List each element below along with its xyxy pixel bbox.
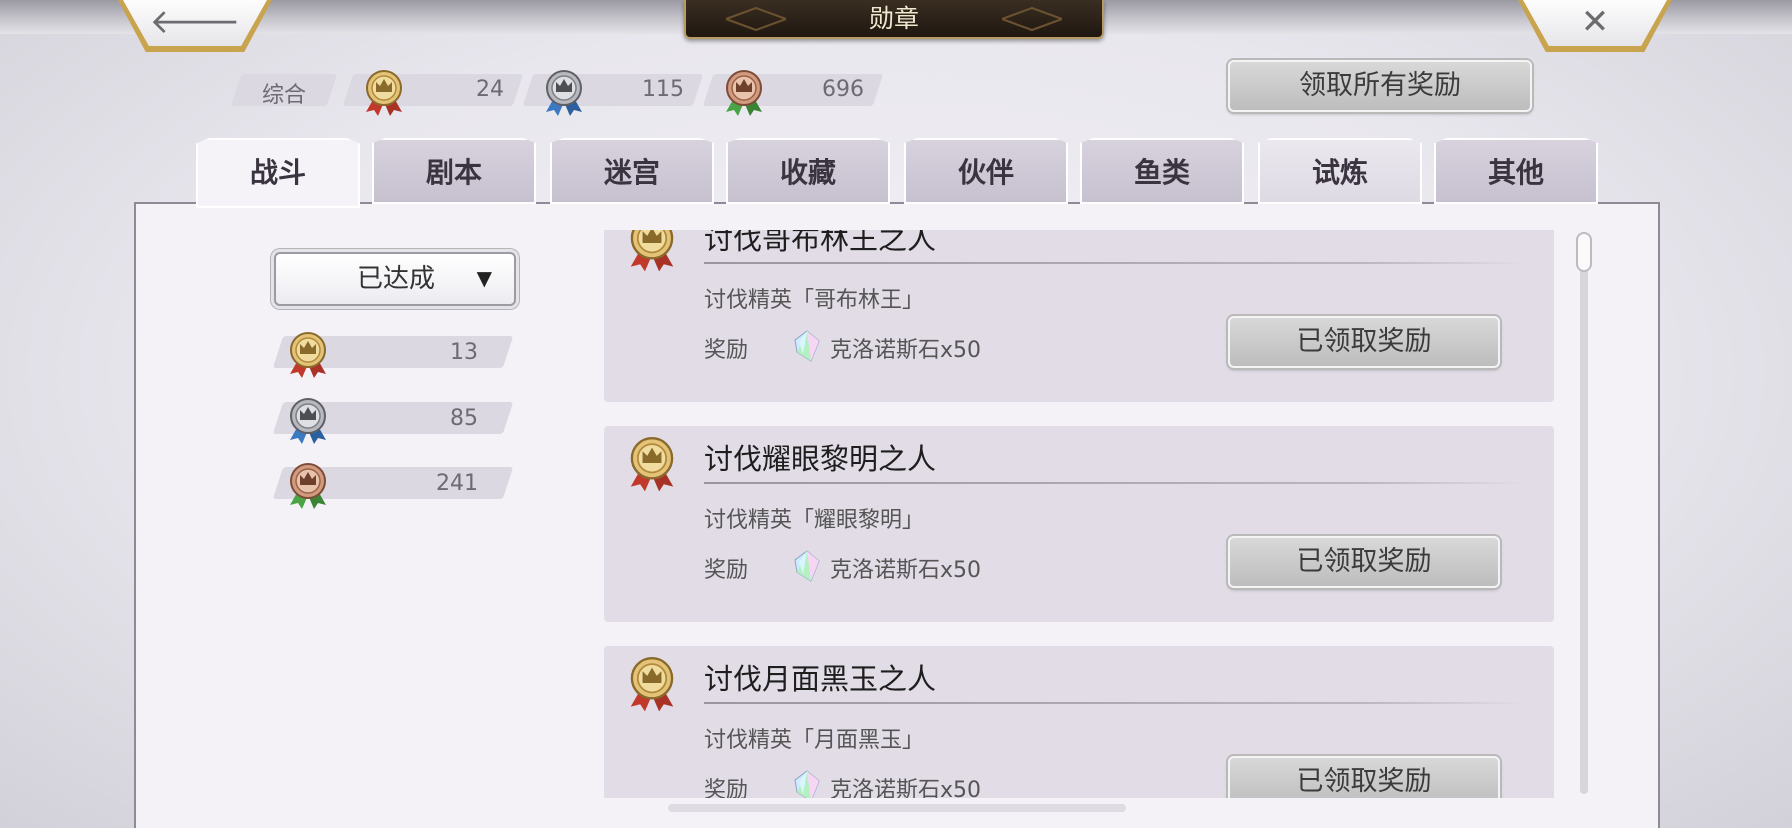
tab-collection[interactable]: 收藏: [726, 138, 890, 204]
medal-title: 讨伐月面黑玉之人: [704, 662, 937, 696]
bronze-medal-icon: [286, 461, 330, 509]
claimed-reward-button[interactable]: 已领取奖励: [1228, 536, 1500, 588]
chevron-down-icon: ▼: [476, 266, 492, 290]
reward-item: 克洛诺斯石x50: [830, 558, 982, 583]
filter-silver-count: 85: [450, 406, 478, 431]
filter-gold-count: 13: [450, 340, 478, 365]
tab-partner[interactable]: 伙伴: [904, 138, 1068, 204]
medal-title: 讨伐哥布林王之人: [704, 230, 937, 256]
summary-gold-count: 24: [476, 77, 504, 102]
divider: [704, 262, 1524, 264]
summary-bronze-count: 696: [822, 77, 864, 102]
divider: [704, 702, 1524, 704]
claimed-reward-button[interactable]: 已领取奖励: [1228, 756, 1500, 798]
silver-medal-icon: [542, 68, 586, 116]
reward-item: 克洛诺斯石x50: [830, 778, 982, 798]
list-item: 讨伐月面黑玉之人 讨伐精英「月面黑玉」 奖励 克洛诺斯石x50 已领取奖励: [604, 646, 1554, 798]
gold-medal-icon: [626, 432, 678, 494]
page-title-bar: 勋章: [684, 0, 1104, 39]
tab-script[interactable]: 剧本: [372, 138, 536, 204]
back-button[interactable]: 🡐: [118, 0, 272, 52]
gold-medal-icon: [626, 652, 678, 714]
tab-fish[interactable]: 鱼类: [1080, 138, 1244, 204]
medal-title: 讨伐耀眼黎明之人: [704, 442, 937, 476]
reward-label: 奖励: [704, 338, 749, 363]
chronos-stone-icon: [794, 330, 820, 362]
tab-maze[interactable]: 迷宫: [550, 138, 714, 204]
bronze-medal-icon: [722, 68, 766, 116]
chronos-stone-icon: [794, 770, 820, 798]
tab-other[interactable]: 其他: [1434, 138, 1598, 204]
page-title: 勋章: [868, 4, 919, 33]
summary-silver-count: 115: [642, 77, 684, 102]
vertical-scrollbar[interactable]: [1580, 232, 1588, 794]
filter-bronze-count: 241: [436, 471, 478, 496]
close-icon: ✕: [1580, 2, 1610, 42]
gold-medal-icon: [626, 230, 678, 274]
ornament-left-icon: [726, 6, 786, 32]
reward-label: 奖励: [704, 778, 749, 798]
claimed-reward-button[interactable]: 已领取奖励: [1228, 316, 1500, 368]
list-item: 讨伐哥布林王之人 讨伐精英「哥布林王」 奖励 克洛诺斯石x50 已领取奖励: [604, 230, 1554, 402]
silver-medal-icon: [286, 396, 330, 444]
medal-description: 讨伐精英「月面黑玉」: [704, 728, 925, 753]
arrow-left-icon: 🡐: [149, 2, 241, 42]
tab-trial[interactable]: 试炼: [1258, 138, 1422, 204]
reward-label: 奖励: [704, 558, 749, 583]
status-filter-dropdown[interactable]: 已达成 ▼: [274, 252, 516, 306]
gold-medal-icon: [362, 68, 406, 116]
ornament-right-icon: [1002, 6, 1062, 32]
divider: [704, 482, 1524, 484]
list-item: 讨伐耀眼黎明之人 讨伐精英「耀眼黎明」 奖励 克洛诺斯石x50 已领取奖励: [604, 426, 1554, 622]
medal-description: 讨伐精英「耀眼黎明」: [704, 508, 925, 533]
medal-description: 讨伐精英「哥布林王」: [704, 288, 925, 313]
tab-battle[interactable]: 战斗: [196, 138, 360, 208]
close-button[interactable]: ✕: [1518, 0, 1672, 52]
horizontal-scroll-indicator: [668, 804, 1126, 812]
gold-medal-icon: [286, 330, 330, 378]
vertical-scrollbar-thumb[interactable]: [1576, 232, 1592, 272]
summary-label: 综合: [262, 83, 307, 108]
reward-item: 克洛诺斯石x50: [830, 338, 982, 363]
chronos-stone-icon: [794, 550, 820, 582]
claim-all-button[interactable]: 领取所有奖励: [1228, 60, 1532, 112]
medal-list[interactable]: 讨伐哥布林王之人 讨伐精英「哥布林王」 奖励 克洛诺斯石x50 已领取奖励 讨伐…: [604, 230, 1554, 798]
